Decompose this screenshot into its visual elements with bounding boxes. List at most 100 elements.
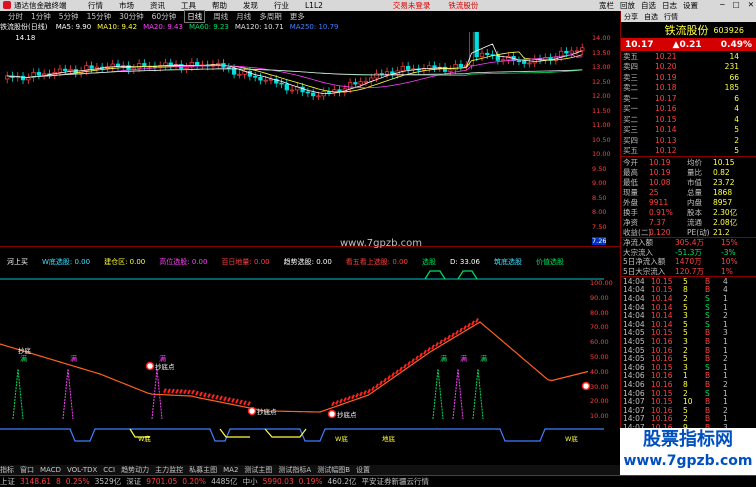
w-bottom-label: W底 bbox=[138, 434, 151, 443]
indicator-tab[interactable]: 趋势动力 bbox=[121, 465, 149, 475]
candle-body bbox=[400, 65, 406, 72]
stock-link[interactable]: 铁流股份 bbox=[448, 0, 478, 11]
signal-spike bbox=[12, 368, 24, 420]
menu-item-help[interactable]: 帮助 bbox=[212, 0, 227, 11]
candle-body bbox=[448, 69, 453, 72]
tool-watch[interactable]: 自选 bbox=[644, 12, 658, 22]
signal-marker: 满 bbox=[440, 354, 447, 363]
trade-login-alert[interactable]: 交易未登录 bbox=[393, 0, 431, 11]
signal-spike bbox=[432, 368, 444, 420]
site-watermark: 股票指标网 www.7gpzb.com bbox=[620, 428, 756, 475]
menu-item-quotes[interactable]: 行情 bbox=[88, 0, 103, 11]
period-tab-5min[interactable]: 5分钟 bbox=[59, 11, 79, 22]
ma-legend: MA5: 9.90 MA10: 9.42 MA20: 9.43 MA60: 9.23 M… bbox=[50, 23, 339, 31]
index-ticker-item: 460.2亿 bbox=[327, 477, 357, 486]
candlestick-chart[interactable]: 14.18 bbox=[0, 32, 620, 247]
menu-item-market[interactable]: 市场 bbox=[119, 0, 134, 11]
signal-marker: 满 bbox=[460, 354, 467, 363]
tool-share[interactable]: 分享 bbox=[624, 12, 638, 22]
ma-legend-item: MA5: 9.90 bbox=[55, 23, 92, 31]
tick-row: 14:04 10.14 5 S 1 bbox=[623, 302, 728, 312]
tool-quote[interactable]: 行情 bbox=[664, 12, 678, 22]
quote-panel-toolbar: 分享 自选 行情 bbox=[621, 11, 756, 22]
index-ticker-item: 3529亿 bbox=[94, 477, 122, 486]
candle-body bbox=[253, 75, 258, 78]
order-row: 卖二 10.18 185 bbox=[623, 83, 739, 93]
indicator-tab[interactable]: 指标 bbox=[0, 465, 14, 475]
tool-replay[interactable]: 回放 bbox=[620, 0, 635, 11]
price-pct: 0.49% bbox=[720, 39, 752, 50]
indicator-tab[interactable]: 设置 bbox=[356, 465, 370, 475]
period-tab-15min[interactable]: 15分钟 bbox=[87, 11, 112, 22]
tick-row: 14:06 10.16 8 B 2 bbox=[623, 379, 728, 389]
indicator-tab[interactable]: 测试主图 bbox=[244, 465, 272, 475]
indicator-tab[interactable]: 私募主图 bbox=[189, 465, 217, 475]
candle-body bbox=[57, 68, 63, 73]
menu-item-industry[interactable]: 行业 bbox=[274, 0, 289, 11]
tool-log[interactable]: 日志 bbox=[662, 0, 677, 11]
indicator-tab[interactable]: MACD bbox=[40, 466, 61, 474]
w-bottom-label: 地底 bbox=[382, 434, 396, 443]
maximize-icon[interactable]: □ bbox=[733, 0, 740, 9]
indicator-tab[interactable]: 测试幅图B bbox=[317, 465, 350, 475]
tick-row: 14:07 10.16 2 B 1 bbox=[623, 414, 728, 424]
period-tab-timeshare[interactable]: 分时 bbox=[8, 11, 23, 22]
candle-body bbox=[68, 69, 73, 72]
buy-point-marker bbox=[247, 406, 257, 416]
app-title: 通达信金融终端 bbox=[0, 0, 72, 11]
menu-item-l1l2[interactable]: L1L2 bbox=[305, 1, 323, 10]
indicator-tab[interactable]: 测试指标A bbox=[278, 465, 311, 475]
index-ticker-item: 平安证券新疆云行情 bbox=[361, 477, 429, 486]
period-tab-multi[interactable]: 多周期 bbox=[259, 11, 282, 22]
oscillator-hatching bbox=[163, 317, 479, 407]
indicator-axis-label: 50.00 bbox=[590, 353, 609, 361]
indicator-tab[interactable]: 窗口 bbox=[20, 465, 34, 475]
indicator-tab[interactable]: MA2 bbox=[223, 466, 238, 474]
indicator-axis-label: 30.00 bbox=[590, 382, 609, 391]
menu-item-news[interactable]: 资讯 bbox=[150, 0, 165, 11]
period-tab-monthly[interactable]: 月线 bbox=[236, 11, 251, 22]
tool-settings[interactable]: 设置 bbox=[683, 0, 698, 11]
stat-row: 外盘 9911 内盘 8957 bbox=[623, 197, 733, 207]
period-tab-60min[interactable]: 60分钟 bbox=[152, 11, 177, 22]
stat-row: 现量 25 总量 1868 bbox=[623, 187, 733, 197]
indicator-tab[interactable]: 主力监控 bbox=[155, 465, 183, 475]
period-tab-1min[interactable]: 1分钟 bbox=[31, 11, 51, 22]
candle-body bbox=[136, 63, 142, 69]
candle-body bbox=[432, 65, 437, 69]
index-ticker-item: 0.25% bbox=[65, 477, 90, 486]
order-row: 卖一 10.17 6 bbox=[623, 93, 739, 103]
tick-row: 14:05 10.16 5 B 2 bbox=[623, 354, 728, 364]
tool-watchlist[interactable]: 自选 bbox=[641, 0, 656, 11]
ma-legend-item: MA120: 10.71 bbox=[234, 23, 284, 31]
tick-row: 14:06 10.15 2 S 1 bbox=[623, 388, 728, 398]
tick-row: 14:05 10.15 5 B 3 bbox=[623, 328, 728, 338]
candle-body bbox=[580, 47, 585, 52]
indicator-legend-item: 百日地量: 0.00 bbox=[221, 258, 270, 266]
period-tab-weekly[interactable]: 周线 bbox=[213, 11, 228, 22]
period-tab-30min[interactable]: 30分钟 bbox=[119, 11, 144, 22]
indicator-tabbar: 指标 窗口 MACD VOL-TDX CCI 趋势动力 主力监控 私募主图 MA2 测试主图 测试指… bbox=[0, 465, 620, 475]
order-row: 买三 10.14 5 bbox=[623, 125, 739, 135]
main-chart-legend: 铁流股份(日线) MA5: 9.90 MA10: 9.42 MA20: 9.43 MA… bbox=[0, 22, 620, 32]
close-icon[interactable]: ✕ bbox=[748, 0, 754, 9]
minimize-icon[interactable]: ─ bbox=[720, 0, 725, 9]
indicator-tab[interactable]: CCI bbox=[103, 466, 115, 474]
signal-spike bbox=[472, 368, 484, 420]
candle-body bbox=[347, 82, 353, 90]
stat-row: 收益(二) 0.120 PE(动) 21.2 bbox=[623, 227, 730, 237]
indicator-axis-label: 10.00 bbox=[590, 412, 609, 421]
signal-marker: 满 bbox=[70, 354, 77, 363]
tool-widen[interactable]: 宽栏 bbox=[599, 0, 614, 11]
indicator-legend-item: 趋势选股: 0.00 bbox=[283, 258, 332, 266]
menu-item-discover[interactable]: 发现 bbox=[243, 0, 258, 11]
tick-list[interactable]: 14:04 10.15 5 B 4 14:04 10.15 8 B 4 14:04 10.14 2 S 1 1… bbox=[621, 276, 756, 449]
indicator-legend-item: 筑底选股 bbox=[493, 258, 522, 266]
indicator-tab[interactable]: VOL-TDX bbox=[67, 466, 97, 474]
indicator-axis-label: 60.00 bbox=[590, 338, 609, 347]
price-axis-label: 13.50 bbox=[592, 48, 611, 57]
candle-body bbox=[485, 52, 490, 55]
signal-spike bbox=[62, 368, 74, 420]
period-tab-more[interactable]: 更多 bbox=[290, 11, 305, 22]
indicator-chart[interactable]: 满满满满满满抄底抄底点抄底点抄底点W底W底W底地底2024/01/08/一202… bbox=[0, 269, 604, 474]
